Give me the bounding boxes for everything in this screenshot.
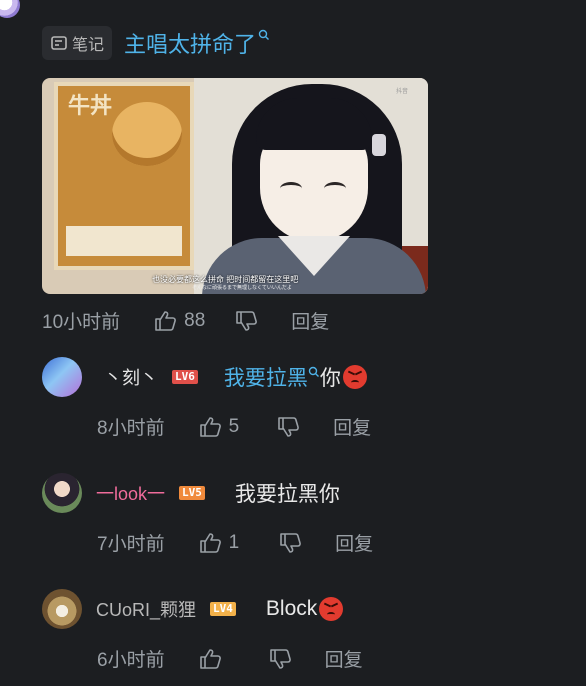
comment-meta: 6小时前 回复 xyxy=(97,645,363,672)
reply-button[interactable]: 回复 xyxy=(333,413,371,440)
thumbs-up-icon xyxy=(155,310,177,331)
note-row: 笔记 主唱太拼命了 xyxy=(42,26,270,60)
username[interactable]: 一look一 xyxy=(96,480,165,506)
dislike-button[interactable] xyxy=(277,416,301,438)
comment-text-rest: 你 xyxy=(319,367,341,390)
username[interactable]: CUoRI_颗狸 xyxy=(96,596,196,622)
comment-text: 我要拉黑你 xyxy=(234,483,340,506)
comment-meta: 8小时前 5 回复 xyxy=(97,413,371,440)
thumbs-up-icon xyxy=(199,416,221,437)
like-button[interactable]: 1 xyxy=(199,531,240,554)
search-icon xyxy=(308,366,319,377)
thumbs-down-icon xyxy=(269,648,291,669)
thumbs-down-icon xyxy=(278,416,300,437)
note-tag-label: 笔记 xyxy=(72,37,105,54)
like-button[interactable] xyxy=(199,648,229,670)
level-badge: LV6 xyxy=(172,370,198,384)
comment-time: 8小时前 xyxy=(97,418,165,439)
avatar[interactable] xyxy=(42,357,82,397)
note-tag[interactable]: 笔记 xyxy=(42,26,113,60)
search-keyword-link[interactable]: 我要拉黑 xyxy=(224,362,308,392)
level-badge: LV5 xyxy=(179,486,205,500)
dislike-button[interactable] xyxy=(235,310,259,332)
partial-avatar[interactable] xyxy=(0,0,20,18)
comment-header: 丶刻丶 LV6 我要拉黑 你 xyxy=(42,357,367,397)
angry-face-icon xyxy=(342,365,367,389)
like-count: 1 xyxy=(228,531,240,553)
avatar[interactable] xyxy=(42,589,82,629)
like-count: 88 xyxy=(184,309,206,331)
comment-header: 一look一 LV5 我要拉黑你 xyxy=(42,473,340,513)
comment-meta: 7小时前 1 回复 xyxy=(97,529,373,556)
username[interactable]: 丶刻丶 xyxy=(104,364,158,390)
comment-text: 我要拉黑 你 xyxy=(224,362,367,392)
thumbs-down-icon xyxy=(280,532,302,553)
comment-time: 7小时前 xyxy=(97,534,165,555)
level-badge: LV4 xyxy=(210,602,236,616)
post-time: 10小时前 xyxy=(42,312,121,333)
thumbs-down-icon xyxy=(236,310,258,331)
comment-text: Block xyxy=(265,597,344,621)
like-count: 5 xyxy=(228,415,240,437)
comment-header: CUoRI_颗狸 LV4 Block xyxy=(42,589,344,629)
reply-button[interactable]: 回复 xyxy=(291,307,329,334)
note-icon xyxy=(51,36,67,50)
note-title-link[interactable]: 主唱太拼命了 xyxy=(124,27,270,59)
dislike-button[interactable] xyxy=(269,648,293,670)
reply-button[interactable]: 回复 xyxy=(335,529,373,556)
angry-face-icon xyxy=(319,597,344,621)
dislike-button[interactable] xyxy=(279,532,303,554)
background-poster: 牛丼 xyxy=(54,82,194,270)
avatar[interactable] xyxy=(42,473,82,513)
video-thumbnail[interactable]: 牛丼 抖音 也没必要都这么拼命 把时间都留在这里吧 そんなに頑張るまで無理しなく… xyxy=(42,78,428,294)
like-button[interactable]: 88 xyxy=(154,310,205,332)
post-meta: 10小时前 88 回复 xyxy=(42,307,329,334)
poster-text: 牛丼 xyxy=(68,93,113,118)
note-title: 主唱太拼命了 xyxy=(124,32,257,57)
reply-button[interactable]: 回复 xyxy=(325,645,363,672)
search-icon xyxy=(258,29,270,40)
comment-text-content: Block xyxy=(265,597,318,620)
comment-time: 6小时前 xyxy=(97,650,165,671)
video-watermark: 抖音 xyxy=(395,89,408,95)
video-subtitle-jp: そんなに頑張るまで無理しなくていいんだよ xyxy=(192,285,292,291)
thumbs-up-icon xyxy=(199,532,221,553)
like-button[interactable]: 5 xyxy=(199,415,240,438)
thumbs-up-icon xyxy=(199,648,221,669)
